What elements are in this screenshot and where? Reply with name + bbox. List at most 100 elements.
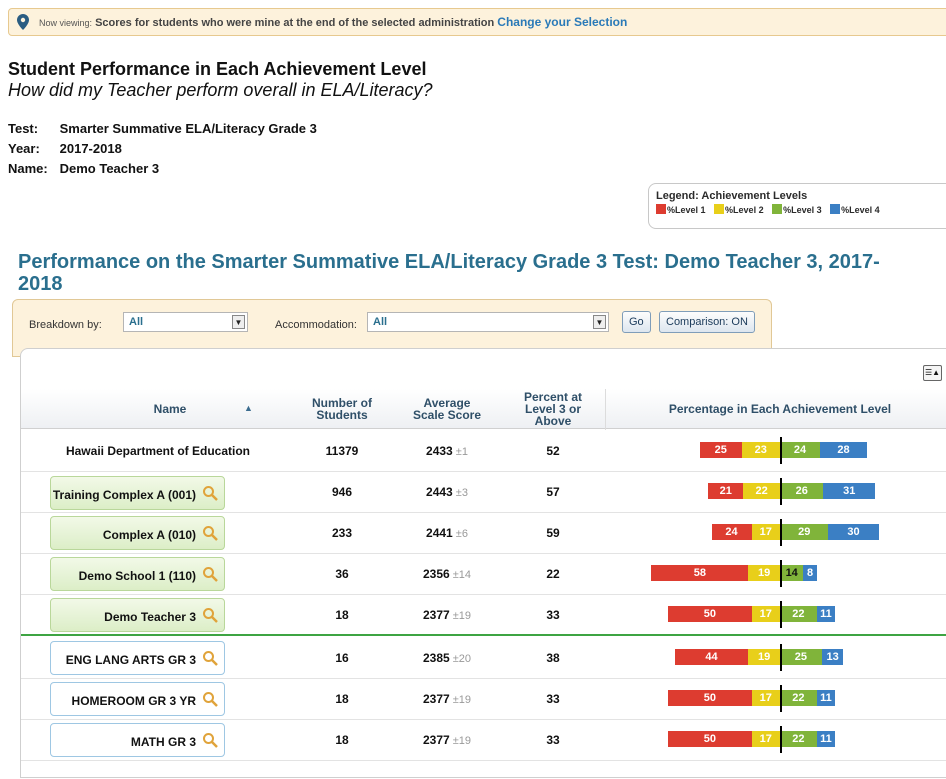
column-chooser-icon[interactable]: ☰▲ — [923, 365, 942, 381]
percent-level3-above: 22 — [546, 567, 560, 581]
drilldown-button[interactable]: HOMEROOM GR 3 YR — [50, 682, 225, 716]
drilldown-button[interactable]: MATH GR 3 — [50, 723, 225, 757]
score-error: ±6 — [452, 528, 468, 540]
avg-scale-score: 2385 ±20 — [412, 651, 482, 665]
row-name: Demo School 1 (110) — [78, 569, 196, 583]
level-3-bar: 24 — [780, 442, 821, 458]
level-1-bar: 21 — [708, 483, 744, 499]
students-count: 233 — [331, 526, 353, 540]
search-icon — [202, 650, 218, 669]
header-name-label: Name — [153, 402, 187, 416]
level-1-bar: 44 — [674, 649, 749, 665]
level-2-bar: 23 — [741, 442, 780, 458]
level-4-bar: 30 — [828, 524, 879, 540]
score-value: 2441 — [426, 526, 453, 540]
row-name: ENG LANG ARTS GR 3 — [65, 653, 196, 667]
header-avg-score[interactable]: Average Scale Score — [412, 397, 482, 421]
level-4-bar: 28 — [820, 442, 867, 458]
level-4-bar: 13 — [821, 649, 844, 665]
students-count: 36 — [335, 567, 349, 581]
students-count: 18 — [335, 608, 349, 622]
students-count: 18 — [335, 692, 349, 706]
row-name: HOMEROOM GR 3 YR — [71, 694, 196, 708]
go-button[interactable]: Go — [622, 311, 651, 333]
level-2-bar: 19 — [748, 649, 780, 665]
percent-level3-above: 52 — [546, 444, 560, 458]
change-selection-link[interactable]: Change your Selection — [497, 15, 627, 29]
legend-item-level-3: %Level 3 — [772, 204, 822, 215]
level-1-bar: 50 — [668, 690, 752, 706]
students-count: 18 — [335, 733, 349, 747]
score-value: 2385 — [422, 651, 450, 665]
performance-title: Performance on the Smarter Summative ELA… — [18, 251, 880, 295]
accommodation-select[interactable]: All ▼ — [367, 312, 609, 332]
banner-label: Now viewing: — [39, 18, 93, 28]
percent-level3-above: 38 — [546, 651, 560, 665]
level-4-bar: 8 — [803, 565, 817, 581]
name-value: Demo Teacher 3 — [59, 161, 160, 176]
header-divider — [605, 389, 606, 430]
score-error: ±19 — [449, 694, 472, 706]
avg-scale-score: 2377 ±19 — [412, 692, 482, 706]
level3-threshold-line — [780, 519, 782, 546]
chevron-down-icon[interactable]: ▼ — [593, 315, 606, 329]
level3-threshold-line — [780, 601, 782, 628]
score-error: ±19 — [449, 610, 472, 622]
drilldown-button[interactable]: Demo Teacher 3 — [50, 598, 225, 632]
level-1-bar: 50 — [668, 606, 752, 622]
drilldown-button[interactable]: Demo School 1 (110) — [50, 557, 225, 591]
drilldown-button[interactable]: Complex A (010) — [50, 516, 225, 550]
header-percent-level3[interactable]: Percent at Level 3 or Above — [513, 391, 593, 427]
header-name[interactable]: Name — [130, 403, 210, 415]
search-icon — [202, 525, 218, 544]
avg-scale-score: 2433 ±1 — [412, 444, 482, 458]
chevron-down-icon[interactable]: ▼ — [232, 315, 245, 329]
search-icon — [202, 732, 218, 751]
level-2-bar: 17 — [751, 731, 780, 747]
name-info: Name: Demo Teacher 3 — [8, 161, 159, 176]
search-icon — [202, 485, 218, 504]
level-1-bar: 50 — [668, 731, 752, 747]
breakdown-select[interactable]: All ▼ — [123, 312, 248, 332]
level3-threshold-line — [780, 478, 782, 505]
sort-asc-icon[interactable]: ▲ — [244, 402, 253, 414]
search-icon — [202, 566, 218, 585]
drilldown-button[interactable]: Training Complex A (001) — [50, 476, 225, 510]
year-info: Year: 2017-2018 — [8, 141, 122, 156]
score-error: ±1 — [452, 446, 468, 458]
breakdown-label: Breakdown by: — [29, 319, 102, 331]
level-3-bar: 22 — [780, 606, 817, 622]
percent-level3-above: 33 — [546, 733, 560, 747]
score-error: ±14 — [449, 569, 472, 581]
level-2-bar: 17 — [751, 690, 780, 706]
level-3-bar: 22 — [780, 690, 817, 706]
legend-item-level-4: %Level 4 — [830, 204, 880, 215]
level3-threshold-line — [780, 437, 782, 464]
header-students[interactable]: Number of Students — [312, 397, 372, 421]
level-4-bar: 31 — [823, 483, 876, 499]
percent-level3-above: 57 — [546, 485, 560, 499]
level-3-bar: 14 — [780, 565, 804, 581]
level-3-bar: 25 — [780, 649, 822, 665]
percent-level3-above: 59 — [546, 526, 560, 540]
drilldown-button[interactable]: ENG LANG ARTS GR 3 — [50, 641, 225, 675]
score-value: 2433 — [426, 444, 453, 458]
row-name: Demo Teacher 3 — [104, 610, 196, 624]
level-3-bar: 26 — [780, 483, 824, 499]
percent-level3-above: 33 — [546, 608, 560, 622]
level-2-bar: 17 — [751, 524, 780, 540]
score-error: ±20 — [449, 653, 472, 665]
accommodation-value: All — [373, 316, 388, 328]
comparison-toggle-button[interactable]: Comparison: ON — [659, 311, 755, 333]
now-viewing-banner: Now viewing: Scores for students who wer… — [8, 8, 946, 36]
score-value: 2443 — [426, 485, 453, 499]
level-3-bar: 22 — [780, 731, 817, 747]
students-count: 946 — [331, 485, 353, 499]
row-name: Training Complex A (001) — [52, 488, 196, 502]
test-info: Test: Smarter Summative ELA/Literacy Gra… — [8, 121, 317, 136]
row-name: Complex A (010) — [102, 528, 196, 542]
search-icon — [202, 607, 218, 626]
report-title: Student Performance in Each Achievement … — [8, 59, 427, 79]
search-icon — [202, 691, 218, 710]
avg-scale-score: 2443 ±3 — [412, 485, 482, 499]
